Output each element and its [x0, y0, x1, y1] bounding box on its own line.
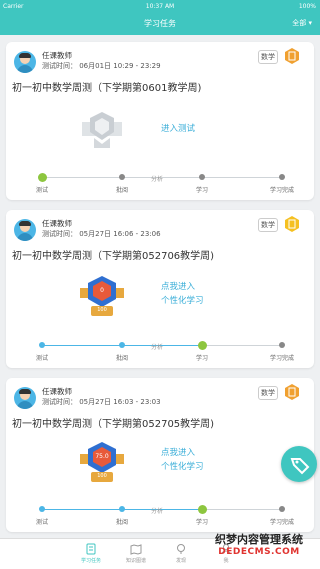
- tab-label: 知识图谱: [125, 558, 146, 564]
- action-line: 点我进入: [161, 282, 196, 292]
- tab-label: 学习任务: [80, 558, 101, 564]
- step-label: 测试: [35, 519, 48, 526]
- step-current-icon: [198, 341, 207, 350]
- enter-test-link[interactable]: 进入测试: [161, 122, 195, 136]
- medal-total: 100: [97, 307, 107, 313]
- medal-score: 75.0: [95, 453, 109, 460]
- filter-label: 全部: [292, 19, 307, 27]
- progress-steps: 分析 测试 批阅 学习 学习完成: [6, 168, 314, 208]
- step-dot: [279, 174, 285, 180]
- chevron-down-icon: ▾: [308, 19, 312, 27]
- step-mid-label: 分析: [151, 176, 164, 183]
- step-dot: [279, 342, 285, 348]
- badge-icon: [285, 48, 299, 64]
- tab-tasks[interactable]: 学习任务: [71, 543, 111, 564]
- battery-label: 100%: [298, 3, 316, 10]
- step-mid-label: 分析: [151, 344, 164, 351]
- action-line: 个性化学习: [161, 296, 204, 306]
- filter-button[interactable]: 全部 ▾: [292, 18, 312, 28]
- personalized-learning-link[interactable]: 点我进入 个性化学习: [161, 446, 204, 474]
- map-icon: [130, 544, 142, 555]
- medal-icon: 0 100: [76, 274, 128, 324]
- tab-label: 发现: [175, 558, 186, 564]
- step-label: 学习完成: [269, 187, 294, 194]
- test-time: 测试时间： 06月01日 10:29 - 23:29: [42, 62, 161, 70]
- step-label: 学习完成: [269, 519, 294, 526]
- step-label: 学习: [195, 519, 208, 526]
- step-current-icon: [198, 505, 207, 514]
- tab-knowledge-map[interactable]: 知识图谱: [116, 543, 156, 564]
- watermark-text: 织梦内容管理系统: [215, 533, 303, 546]
- step-label: 测试: [35, 187, 48, 194]
- nav-bar: 学习任务 全部 ▾: [0, 13, 320, 35]
- tab-discover[interactable]: 发现: [161, 543, 201, 564]
- medal-score: 0: [100, 287, 104, 294]
- teacher-name: 任课教师: [42, 387, 72, 396]
- task-title: 初一初中数学周测（下学期第052706教学周): [12, 251, 215, 262]
- step-dot: [39, 342, 45, 348]
- clock: 10:37 AM: [145, 3, 175, 10]
- step-label: 测试: [35, 355, 48, 362]
- step-current-icon: [38, 173, 47, 182]
- tag-fab-button[interactable]: [281, 446, 317, 482]
- badge-icon: [285, 384, 299, 400]
- task-card[interactable]: 任课教师 测试时间： 06月01日 10:29 - 23:29 数学 初一初中数…: [6, 42, 314, 200]
- page-title: 学习任务: [144, 19, 176, 28]
- avatar: [14, 219, 36, 241]
- task-title: 初一初中数学周测（下学期第0601教学周): [12, 83, 202, 94]
- action-line: 点我进入: [161, 448, 196, 458]
- subject-tag: 数学: [258, 386, 278, 400]
- step-dot: [119, 506, 125, 512]
- test-time: 测试时间： 05月27日 16:03 - 23:03: [42, 398, 161, 406]
- task-card[interactable]: 任课教师 测试时间： 05月27日 16:03 - 23:03 数学 初一初中数…: [6, 378, 314, 532]
- step-dot: [39, 506, 45, 512]
- subject-tag: 数学: [258, 218, 278, 232]
- tag-icon: [290, 458, 310, 475]
- teacher-name: 任课教师: [42, 219, 72, 228]
- medal-icon: [76, 110, 128, 156]
- avatar: [14, 51, 36, 73]
- tab-label: 我: [223, 558, 229, 564]
- test-time: 测试时间： 05月27日 16:06 - 23:06: [42, 230, 161, 238]
- progress-steps: 分析 测试 批阅 学习 学习完成: [6, 336, 314, 376]
- step-label: 批阅: [115, 355, 128, 362]
- discover-icon: [177, 544, 185, 554]
- step-dot: [119, 342, 125, 348]
- task-icon: [86, 543, 96, 555]
- step-mid-label: 分析: [151, 508, 164, 515]
- personalized-learning-link[interactable]: 点我进入 个性化学习: [161, 280, 204, 308]
- step-label: 学习: [195, 355, 208, 362]
- step-label: 学习: [195, 187, 208, 194]
- step-label: 学习完成: [269, 355, 294, 362]
- medal-icon: 75.0 100: [76, 440, 128, 490]
- step-dot: [279, 506, 285, 512]
- medal-total: 100: [97, 473, 107, 479]
- action-line: 个性化学习: [161, 462, 204, 472]
- watermark: 织梦内容管理系统 DEDECMS.COM: [204, 531, 314, 557]
- task-title: 初一初中数学周测（下学期第052705教学周): [12, 419, 215, 430]
- step-dot: [119, 174, 125, 180]
- badge-icon: [285, 216, 299, 232]
- task-card[interactable]: 任课教师 测试时间： 05月27日 16:06 - 23:06 数学 初一初中数…: [6, 210, 314, 368]
- avatar: [14, 387, 36, 409]
- step-label: 批阅: [115, 519, 128, 526]
- teacher-name: 任课教师: [42, 51, 72, 60]
- subject-tag: 数学: [258, 50, 278, 64]
- step-dot: [199, 174, 205, 180]
- status-bar: Carrier 10:37 AM 100%: [0, 0, 320, 13]
- step-label: 批阅: [115, 187, 128, 194]
- watermark-url: DEDECMS.COM: [218, 547, 300, 557]
